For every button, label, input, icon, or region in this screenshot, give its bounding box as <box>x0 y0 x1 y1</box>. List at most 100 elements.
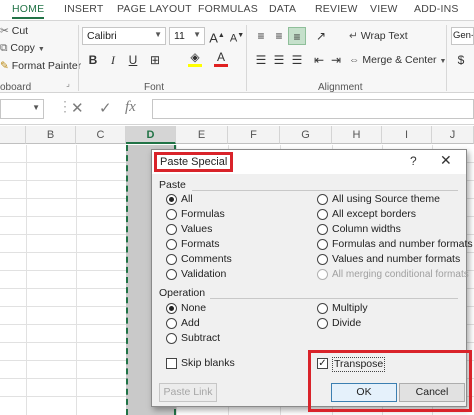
radio-button[interactable] <box>166 333 177 344</box>
cut-label: Cut <box>11 25 29 37</box>
close-button[interactable]: ✕ <box>440 152 452 169</box>
tab-insert[interactable]: INSERT <box>64 3 104 15</box>
option-label: Formulas and number formats <box>332 238 473 250</box>
align-left-icon[interactable]: ☰ <box>252 51 270 69</box>
paste-section-label: Paste <box>159 179 186 191</box>
align-right-icon[interactable]: ☰ <box>288 51 306 69</box>
radio-button[interactable] <box>317 194 328 205</box>
option-label: Values and number formats <box>332 253 461 265</box>
column-header-d[interactable]: D <box>126 126 176 144</box>
number-format-select[interactable]: Gen- <box>451 27 474 45</box>
select-all-corner[interactable] <box>0 126 26 144</box>
grid-line <box>76 145 77 415</box>
underline-button[interactable]: U <box>124 51 142 69</box>
font-size-select[interactable]: 11 ▼ <box>169 27 205 45</box>
dialog-title-bar[interactable]: Paste Special ? ✕ <box>152 150 466 174</box>
column-header-g[interactable]: G <box>280 126 332 144</box>
confirm-entry-icon[interactable]: ✓ <box>99 99 112 117</box>
tab-home[interactable]: HOME <box>12 3 45 19</box>
bold-button[interactable]: B <box>84 51 102 69</box>
italic-button[interactable]: I <box>104 51 122 69</box>
align-center-icon[interactable]: ☰ <box>270 51 288 69</box>
cut-button[interactable]: ✂ Cut <box>0 25 28 37</box>
option-label: None <box>181 302 207 314</box>
divider <box>246 25 247 91</box>
column-header-e[interactable]: E <box>176 126 228 144</box>
shrink-font-button[interactable]: A▼ <box>228 27 246 45</box>
cancel-entry-icon[interactable]: ✕ <box>71 99 84 117</box>
option-label: Divide <box>332 317 362 329</box>
column-header-f[interactable]: F <box>228 126 280 144</box>
radio-button[interactable] <box>317 318 328 329</box>
ribbon: ✂ Cut ⧉ Copy ▼ ✎ Format Painter oboard ⌟… <box>0 21 474 93</box>
divider <box>192 190 458 191</box>
chevron-down-icon: ▼ <box>32 103 40 112</box>
radio-button[interactable] <box>166 209 177 220</box>
column-header-b[interactable]: B <box>26 126 76 144</box>
column-header-c[interactable]: C <box>76 126 126 144</box>
paste-link-button[interactable]: Paste Link <box>159 383 217 402</box>
option-label: All <box>181 193 193 205</box>
option-label: Subtract <box>181 332 221 344</box>
merge-icon: ⇔ <box>349 54 360 66</box>
radio-button[interactable] <box>166 269 177 280</box>
font-color-icon[interactable]: A <box>212 51 230 69</box>
align-bottom-icon[interactable]: ≡ <box>288 27 306 45</box>
paintbrush-icon: ✎ <box>0 60 9 72</box>
divider <box>78 25 79 91</box>
radio-button[interactable] <box>166 254 177 265</box>
operation-section-label: Operation <box>159 287 206 299</box>
radio-button[interactable] <box>317 303 328 314</box>
font-family-select[interactable]: Calibri ▼ <box>82 27 166 45</box>
clipboard-launcher-icon[interactable]: ⌟ <box>62 78 74 90</box>
borders-icon[interactable]: ⊞ <box>146 51 164 69</box>
alignment-group-label: Alignment <box>318 82 363 93</box>
column-header-h[interactable]: H <box>332 126 382 144</box>
scissors-icon: ✂ <box>0 25 9 37</box>
clipboard-group-label: oboard <box>0 82 32 93</box>
tab-page-layout[interactable]: PAGE LAYOUT <box>117 3 192 15</box>
orientation-icon[interactable]: ↗ <box>312 27 330 45</box>
formula-input[interactable] <box>152 99 474 119</box>
currency-icon[interactable]: $ <box>452 51 470 69</box>
wrap-text-button[interactable]: ↵ Wrap Text <box>349 30 408 42</box>
grow-font-button[interactable]: A▲ <box>208 27 226 45</box>
option-label: Column widths <box>332 223 401 235</box>
divider <box>446 25 447 91</box>
highlight-annotation <box>308 350 472 412</box>
option-label: Formats <box>181 238 220 250</box>
copy-button[interactable]: ⧉ Copy ▼ <box>0 42 45 55</box>
format-painter-label: Format Painter <box>11 60 82 72</box>
tab-review[interactable]: REVIEW <box>315 3 358 15</box>
tab-formulas[interactable]: FORMULAS <box>198 3 258 15</box>
radio-button[interactable] <box>317 209 328 220</box>
checkbox[interactable] <box>166 358 177 369</box>
align-middle-icon[interactable]: ≡ <box>270 27 288 45</box>
option-label: All using Source theme <box>332 193 440 205</box>
merge-center-button[interactable]: ⇔ Merge & Center ▼ <box>349 54 446 66</box>
increase-indent-icon[interactable]: ⇥ <box>327 51 345 69</box>
radio-button[interactable] <box>166 194 177 205</box>
help-button[interactable]: ? <box>410 154 417 168</box>
radio-button[interactable] <box>317 254 328 265</box>
tab-data[interactable]: DATA <box>269 3 296 15</box>
align-top-icon[interactable]: ≡ <box>252 27 270 45</box>
format-painter-button[interactable]: ✎ Format Painter <box>0 60 81 72</box>
copy-icon: ⧉ <box>0 42 8 54</box>
radio-button[interactable] <box>166 224 177 235</box>
fill-color-icon[interactable]: ◈ <box>186 51 204 69</box>
column-header-j[interactable]: J <box>432 126 474 144</box>
decrease-indent-icon[interactable]: ⇤ <box>310 51 328 69</box>
column-header-i[interactable]: I <box>382 126 432 144</box>
name-box[interactable]: ▼ <box>0 99 44 119</box>
radio-button[interactable] <box>166 239 177 250</box>
tab-view[interactable]: VIEW <box>370 3 398 15</box>
radio-button[interactable] <box>166 303 177 314</box>
insert-function-icon[interactable]: fx <box>125 99 136 116</box>
radio-button[interactable] <box>317 224 328 235</box>
radio-button[interactable] <box>166 318 177 329</box>
tab-add-ins[interactable]: ADD-INS <box>414 3 459 15</box>
radio-button[interactable] <box>317 239 328 250</box>
dialog-title: Paste Special <box>154 152 234 172</box>
more-icon: ⋮ <box>58 98 72 114</box>
